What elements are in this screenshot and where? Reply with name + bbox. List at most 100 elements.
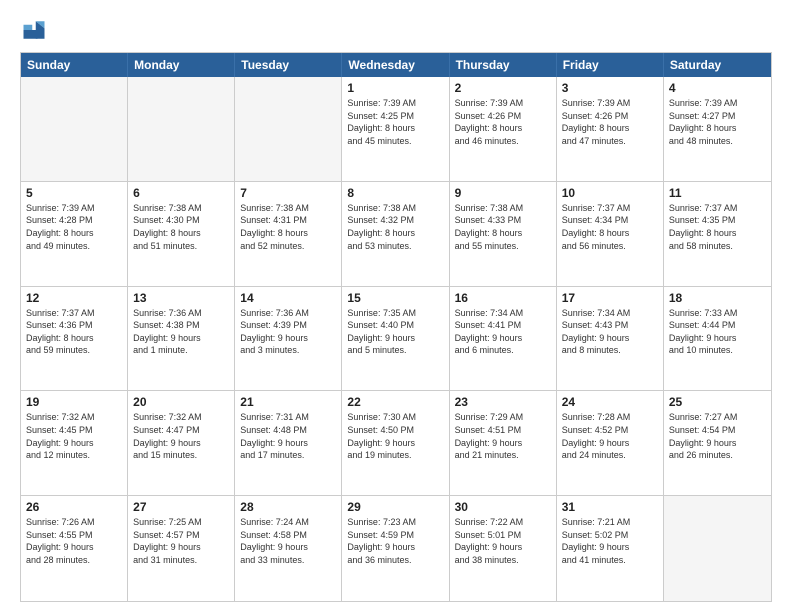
- calendar-header: SundayMondayTuesdayWednesdayThursdayFrid…: [21, 53, 771, 77]
- day-detail: Sunrise: 7:39 AM Sunset: 4:26 PM Dayligh…: [455, 97, 551, 147]
- day-detail: Sunrise: 7:25 AM Sunset: 4:57 PM Dayligh…: [133, 516, 229, 566]
- day-header-friday: Friday: [557, 53, 664, 77]
- day-detail: Sunrise: 7:21 AM Sunset: 5:02 PM Dayligh…: [562, 516, 658, 566]
- day-detail: Sunrise: 7:35 AM Sunset: 4:40 PM Dayligh…: [347, 307, 443, 357]
- cal-cell: 10Sunrise: 7:37 AM Sunset: 4:34 PM Dayli…: [557, 182, 664, 286]
- week-row-1: 1 Sunrise: 7:39 AM Sunset: 4:25 PM Daylig…: [21, 77, 771, 182]
- day-number: 6: [133, 186, 229, 200]
- cal-cell: 29 Sunrise: 7:23 AM Sunset: 4:59 PM Dayli…: [342, 496, 449, 601]
- day-number: 30: [455, 500, 551, 514]
- cal-cell: 8 Sunrise: 7:38 AM Sunset: 4:32 PM Daylig…: [342, 182, 449, 286]
- day-header-wednesday: Wednesday: [342, 53, 449, 77]
- cal-cell: 19 Sunrise: 7:32 AM Sunset: 4:45 PM Dayli…: [21, 391, 128, 495]
- cal-cell: 11 Sunrise: 7:37 AM Sunset: 4:35 PM Dayli…: [664, 182, 771, 286]
- cal-cell: 23 Sunrise: 7:29 AM Sunset: 4:51 PM Dayli…: [450, 391, 557, 495]
- day-number: 20: [133, 395, 229, 409]
- day-number: 8: [347, 186, 443, 200]
- cal-cell: 22 Sunrise: 7:30 AM Sunset: 4:50 PM Dayli…: [342, 391, 449, 495]
- day-number: 1: [347, 81, 443, 95]
- day-number: 12: [26, 291, 122, 305]
- day-detail: Sunrise: 7:37 AM Sunset: 4:36 PM Dayligh…: [26, 307, 122, 357]
- cal-cell: [235, 77, 342, 181]
- day-number: 27: [133, 500, 229, 514]
- cal-cell: [128, 77, 235, 181]
- day-detail: Sunrise: 7:26 AM Sunset: 4:55 PM Dayligh…: [26, 516, 122, 566]
- day-number: 23: [455, 395, 551, 409]
- day-detail: Sunrise: 7:37 AM Sunset: 4:35 PM Dayligh…: [669, 202, 766, 252]
- cal-cell: 31 Sunrise: 7:21 AM Sunset: 5:02 PM Dayli…: [557, 496, 664, 601]
- day-number: 29: [347, 500, 443, 514]
- cal-cell: 9 Sunrise: 7:38 AM Sunset: 4:33 PM Daylig…: [450, 182, 557, 286]
- day-number: 9: [455, 186, 551, 200]
- day-number: 16: [455, 291, 551, 305]
- day-detail: Sunrise: 7:27 AM Sunset: 4:54 PM Dayligh…: [669, 411, 766, 461]
- cal-cell: 25 Sunrise: 7:27 AM Sunset: 4:54 PM Dayli…: [664, 391, 771, 495]
- day-detail: Sunrise: 7:38 AM Sunset: 4:33 PM Dayligh…: [455, 202, 551, 252]
- day-detail: Sunrise: 7:38 AM Sunset: 4:32 PM Dayligh…: [347, 202, 443, 252]
- cal-cell: 4 Sunrise: 7:39 AM Sunset: 4:27 PM Daylig…: [664, 77, 771, 181]
- day-detail: Sunrise: 7:36 AM Sunset: 4:38 PM Dayligh…: [133, 307, 229, 357]
- cal-cell: 30Sunrise: 7:22 AM Sunset: 5:01 PM Dayli…: [450, 496, 557, 601]
- day-detail: Sunrise: 7:32 AM Sunset: 4:45 PM Dayligh…: [26, 411, 122, 461]
- calendar-body: 1 Sunrise: 7:39 AM Sunset: 4:25 PM Daylig…: [21, 77, 771, 601]
- day-detail: Sunrise: 7:24 AM Sunset: 4:58 PM Dayligh…: [240, 516, 336, 566]
- cal-cell: 26 Sunrise: 7:26 AM Sunset: 4:55 PM Dayli…: [21, 496, 128, 601]
- day-number: 24: [562, 395, 658, 409]
- day-detail: Sunrise: 7:39 AM Sunset: 4:27 PM Dayligh…: [669, 97, 766, 147]
- page: SundayMondayTuesdayWednesdayThursdayFrid…: [0, 0, 792, 612]
- cal-cell: 24 Sunrise: 7:28 AM Sunset: 4:52 PM Dayli…: [557, 391, 664, 495]
- day-number: 14: [240, 291, 336, 305]
- day-number: 25: [669, 395, 766, 409]
- cal-cell: 5Sunrise: 7:39 AM Sunset: 4:28 PM Daylig…: [21, 182, 128, 286]
- day-detail: Sunrise: 7:30 AM Sunset: 4:50 PM Dayligh…: [347, 411, 443, 461]
- day-detail: Sunrise: 7:29 AM Sunset: 4:51 PM Dayligh…: [455, 411, 551, 461]
- day-number: 4: [669, 81, 766, 95]
- header: [20, 16, 772, 44]
- calendar: SundayMondayTuesdayWednesdayThursdayFrid…: [20, 52, 772, 602]
- day-detail: Sunrise: 7:33 AM Sunset: 4:44 PM Dayligh…: [669, 307, 766, 357]
- day-header-thursday: Thursday: [450, 53, 557, 77]
- day-detail: Sunrise: 7:34 AM Sunset: 4:41 PM Dayligh…: [455, 307, 551, 357]
- day-number: 22: [347, 395, 443, 409]
- day-number: 28: [240, 500, 336, 514]
- cal-cell: 27 Sunrise: 7:25 AM Sunset: 4:57 PM Dayli…: [128, 496, 235, 601]
- cal-cell: 3 Sunrise: 7:39 AM Sunset: 4:26 PM Daylig…: [557, 77, 664, 181]
- day-detail: Sunrise: 7:39 AM Sunset: 4:26 PM Dayligh…: [562, 97, 658, 147]
- day-number: 7: [240, 186, 336, 200]
- day-detail: Sunrise: 7:38 AM Sunset: 4:30 PM Dayligh…: [133, 202, 229, 252]
- day-header-saturday: Saturday: [664, 53, 771, 77]
- cal-cell: 7 Sunrise: 7:38 AM Sunset: 4:31 PM Daylig…: [235, 182, 342, 286]
- cal-cell: 16 Sunrise: 7:34 AM Sunset: 4:41 PM Dayli…: [450, 287, 557, 391]
- week-row-5: 26 Sunrise: 7:26 AM Sunset: 4:55 PM Dayli…: [21, 496, 771, 601]
- cal-cell: 18 Sunrise: 7:33 AM Sunset: 4:44 PM Dayli…: [664, 287, 771, 391]
- day-detail: Sunrise: 7:32 AM Sunset: 4:47 PM Dayligh…: [133, 411, 229, 461]
- day-number: 31: [562, 500, 658, 514]
- day-number: 18: [669, 291, 766, 305]
- cal-cell: 14 Sunrise: 7:36 AM Sunset: 4:39 PM Dayli…: [235, 287, 342, 391]
- cal-cell: 1 Sunrise: 7:39 AM Sunset: 4:25 PM Daylig…: [342, 77, 449, 181]
- cal-cell: [21, 77, 128, 181]
- cal-cell: 21Sunrise: 7:31 AM Sunset: 4:48 PM Dayli…: [235, 391, 342, 495]
- day-detail: Sunrise: 7:28 AM Sunset: 4:52 PM Dayligh…: [562, 411, 658, 461]
- cal-cell: 28 Sunrise: 7:24 AM Sunset: 4:58 PM Dayli…: [235, 496, 342, 601]
- cal-cell: 17Sunrise: 7:34 AM Sunset: 4:43 PM Dayli…: [557, 287, 664, 391]
- cal-cell: 6 Sunrise: 7:38 AM Sunset: 4:30 PM Daylig…: [128, 182, 235, 286]
- day-number: 26: [26, 500, 122, 514]
- day-detail: Sunrise: 7:39 AM Sunset: 4:25 PM Dayligh…: [347, 97, 443, 147]
- day-number: 17: [562, 291, 658, 305]
- day-number: 19: [26, 395, 122, 409]
- day-number: 11: [669, 186, 766, 200]
- day-number: 15: [347, 291, 443, 305]
- cal-cell: 2 Sunrise: 7:39 AM Sunset: 4:26 PM Daylig…: [450, 77, 557, 181]
- week-row-4: 19 Sunrise: 7:32 AM Sunset: 4:45 PM Dayli…: [21, 391, 771, 496]
- day-number: 21: [240, 395, 336, 409]
- day-detail: Sunrise: 7:23 AM Sunset: 4:59 PM Dayligh…: [347, 516, 443, 566]
- cal-cell: [664, 496, 771, 601]
- cal-cell: 12 Sunrise: 7:37 AM Sunset: 4:36 PM Dayli…: [21, 287, 128, 391]
- day-number: 3: [562, 81, 658, 95]
- logo-icon: [20, 16, 48, 44]
- day-number: 2: [455, 81, 551, 95]
- day-number: 5: [26, 186, 122, 200]
- day-detail: Sunrise: 7:38 AM Sunset: 4:31 PM Dayligh…: [240, 202, 336, 252]
- day-detail: Sunrise: 7:36 AM Sunset: 4:39 PM Dayligh…: [240, 307, 336, 357]
